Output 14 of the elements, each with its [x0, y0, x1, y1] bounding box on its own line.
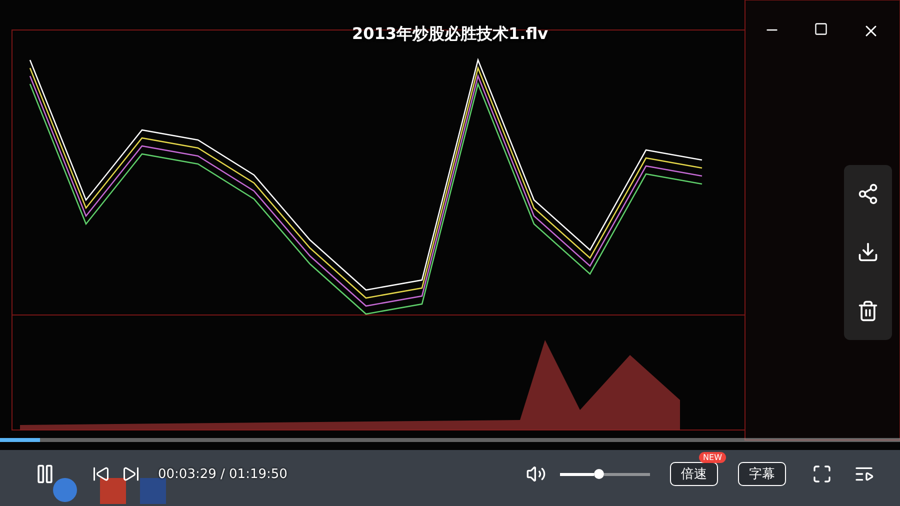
video-title: 2013年炒股必胜技术1.flv — [352, 24, 548, 43]
progress-bar[interactable] — [0, 438, 900, 442]
download-icon[interactable] — [857, 241, 879, 264]
next-icon[interactable] — [122, 465, 140, 483]
subtitle-button[interactable]: 字幕 — [738, 462, 786, 486]
trash-icon[interactable] — [857, 300, 879, 322]
previous-icon[interactable] — [92, 465, 110, 483]
speed-button[interactable]: 倍速 — [670, 462, 718, 486]
time-display: 00:03:29 / 01:19:50 — [158, 466, 288, 482]
volume-slider[interactable] — [560, 469, 650, 479]
share-icon[interactable] — [857, 183, 879, 206]
volume-icon[interactable] — [526, 464, 546, 484]
new-badge: NEW — [699, 452, 726, 463]
fullscreen-icon[interactable] — [812, 464, 832, 484]
